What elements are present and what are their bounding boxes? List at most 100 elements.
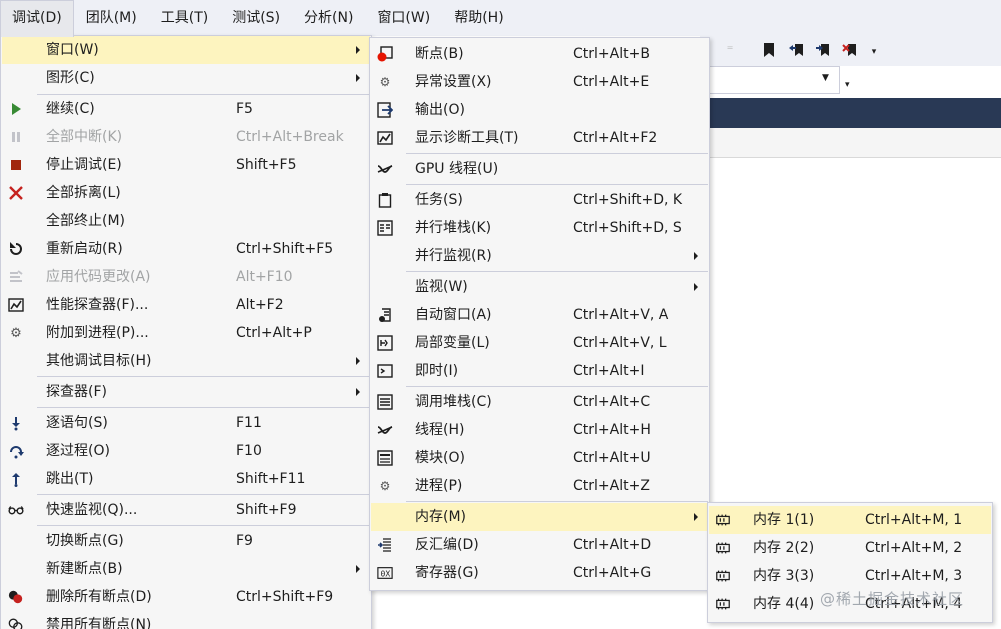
memory-menu-item-2[interactable]: 内存 2(2) Ctrl+Alt+M, 2 [709,534,991,562]
menubar-tools[interactable]: 工具(T) [149,0,220,36]
separator [37,407,370,408]
debug-menu-item-attach-to-process[interactable]: ⚙ 附加到进程(P)... Ctrl+Alt+P [2,319,370,347]
debug-menu-item-performance-profiler[interactable]: 性能探查器(F)... Alt+F2 [2,291,370,319]
diagnostics-icon [377,130,393,146]
submenu-arrow-icon [694,252,698,260]
memory-menu-item-1[interactable]: 内存 1(1) Ctrl+Alt+M, 1 [709,506,991,534]
processes-icon: ⚙ [379,479,391,493]
menu-item-label: 图形(C) [46,70,95,86]
pause-icon [8,129,24,145]
window-menu-item-parallel-stacks[interactable]: 并行堆栈(K) Ctrl+Shift+D, S [371,214,708,242]
menubar-analyze[interactable]: 分析(N) [292,0,365,36]
clear-bookmarks-icon[interactable] [842,42,858,58]
menu-item-shortcut: Ctrl+Alt+V, A [573,307,669,323]
menu-item-label: 局部变量(L) [415,335,490,351]
submenu-arrow-icon [356,357,360,365]
menu-item-label: 禁用所有断点(N) [46,617,152,629]
menubar-window[interactable]: 窗口(W) [365,0,442,36]
disable-breakpoints-icon [8,617,24,629]
menu-item-label: 快速监视(Q)... [46,502,138,518]
window-menu-item-gpu-threads[interactable]: GPU 线程(U) [371,155,708,183]
menu-item-label: 探查器(F) [46,384,107,400]
menu-item-shortcut: Ctrl+Shift+D, K [573,192,683,208]
window-menu-item-immediate[interactable]: 即时(I) Ctrl+Alt+I [371,357,708,385]
debug-menu-item-delete-all-breakpoints[interactable]: 删除所有断点(D) Ctrl+Shift+F9 [2,583,370,611]
window-menu-item-watch[interactable]: 监视(W) [371,273,708,301]
debug-menu-item-step-out[interactable]: 跳出(T) Shift+F11 [2,465,370,493]
menubar-test[interactable]: 测试(S) [220,0,292,36]
memory-icon [715,568,731,584]
menu-item-shortcut: Ctrl+Alt+P [236,325,312,341]
registers-icon: 0X [377,565,393,581]
document-tab-well [700,98,1001,128]
menubar-debug[interactable]: 调试(D) [0,0,74,37]
menu-item-label: 全部终止(M) [46,213,126,229]
separator [37,376,370,377]
debug-menu-item-graphics[interactable]: 图形(C) [2,64,370,92]
gpu-threads-icon [377,161,393,177]
menu-item-shortcut: Ctrl+Alt+Z [573,478,650,494]
uncomment-icon[interactable]: ⁼ [722,42,738,58]
menu-item-label: 内存(M) [415,509,467,525]
debug-menu-item-stop-debugging[interactable]: 停止调试(E) Shift+F5 [2,151,370,179]
window-menu-item-modules[interactable]: 模块(O) Ctrl+Alt+U [371,444,708,472]
separator [37,525,370,526]
toolbar-overflow-icon[interactable]: ▾ [866,44,882,60]
menu-item-label: 寄存器(G) [415,565,479,581]
combo-chevron-down-icon[interactable]: ▼ [822,73,829,83]
menu-item-label: 逐过程(O) [46,443,110,459]
menu-item-label: 反汇编(D) [415,537,479,553]
window-menu-item-diagnostic-tools[interactable]: 显示诊断工具(T) Ctrl+Alt+F2 [371,124,708,152]
debug-menu-item-new-breakpoint[interactable]: 新建断点(B) [2,555,370,583]
debug-menu-item-toggle-breakpoint[interactable]: 切换断点(G) F9 [2,527,370,555]
window-menu-item-disassembly[interactable]: 反汇编(D) Ctrl+Alt+D [371,531,708,559]
menu-item-shortcut: Ctrl+Alt+I [573,363,645,379]
window-menu-item-processes[interactable]: ⚙ 进程(P) Ctrl+Alt+Z [371,472,708,500]
debug-menu-item-window[interactable]: 窗口(W) [2,36,370,64]
debug-menu-item-terminate-all[interactable]: 全部终止(M) [2,207,370,235]
bookmark-icon[interactable] [761,42,777,58]
debug-menu-item-break-all: 全部中断(K) Ctrl+Alt+Break [2,123,370,151]
debug-menu-item-step-into[interactable]: 逐语句(S) F11 [2,409,370,437]
step-over-icon [8,443,24,459]
debug-menu-item-other-targets[interactable]: 其他调试目标(H) [2,347,370,375]
next-bookmark-icon[interactable] [815,42,831,58]
debug-menu-item-quick-watch[interactable]: 快速监视(Q)... Shift+F9 [2,496,370,524]
menu-item-label: 即时(I) [415,363,459,379]
restart-icon [8,241,24,257]
debug-menu-item-profiler[interactable]: 探查器(F) [2,378,370,406]
window-menu-item-output[interactable]: 输出(O) [371,96,708,124]
previous-bookmark-icon[interactable] [789,42,805,58]
menubar-help[interactable]: 帮助(H) [442,0,515,36]
window-menu-item-breakpoints[interactable]: 断点(B) Ctrl+Alt+B [371,40,708,68]
window-menu-item-parallel-watch[interactable]: 并行监视(R) [371,242,708,270]
window-menu-item-autos[interactable]: 自动窗口(A) Ctrl+Alt+V, A [371,301,708,329]
window-menu-item-memory[interactable]: 内存(M) [371,503,708,531]
window-menu-item-threads[interactable]: 线程(H) Ctrl+Alt+H [371,416,708,444]
detach-icon [8,185,24,201]
menubar-team[interactable]: 团队(M) [74,0,149,36]
toolbar-overflow-icon-2[interactable]: ▾ [845,80,850,90]
window-menu-item-exception-settings[interactable]: ⚙ 异常设置(X) Ctrl+Alt+E [371,68,708,96]
solution-platform-combo[interactable] [700,66,840,94]
debug-menu-item-step-over[interactable]: 逐过程(O) F10 [2,437,370,465]
debug-menu-item-restart[interactable]: 重新启动(R) Ctrl+Shift+F5 [2,235,370,263]
debug-menu-item-disable-all-breakpoints[interactable]: 禁用所有断点(N) [2,611,370,629]
menu-item-label: 新建断点(B) [46,561,123,577]
debug-menu-item-detach-all[interactable]: 全部拆离(L) [2,179,370,207]
window-menu-item-call-stack[interactable]: 调用堆栈(C) Ctrl+Alt+C [371,388,708,416]
window-menu-item-tasks[interactable]: 任务(S) Ctrl+Shift+D, K [371,186,708,214]
memory-menu-item-3[interactable]: 内存 3(3) Ctrl+Alt+M, 3 [709,562,991,590]
submenu-arrow-icon [694,283,698,291]
step-out-icon [8,471,24,487]
menu-item-label: 内存 2(2) [753,540,815,556]
menu-item-label: 并行堆栈(K) [415,220,492,236]
menu-item-label: 线程(H) [415,422,465,438]
menu-item-shortcut: Ctrl+Alt+M, 1 [865,512,963,528]
window-menu-item-locals[interactable]: 局部变量(L) Ctrl+Alt+V, L [371,329,708,357]
window-menu-item-registers[interactable]: 0X 寄存器(G) Ctrl+Alt+G [371,559,708,587]
menu-item-label: 任务(S) [415,192,463,208]
stop-icon [8,157,24,173]
menu-item-shortcut: Alt+F10 [236,269,293,285]
debug-menu-item-continue[interactable]: 继续(C) F5 [2,95,370,123]
